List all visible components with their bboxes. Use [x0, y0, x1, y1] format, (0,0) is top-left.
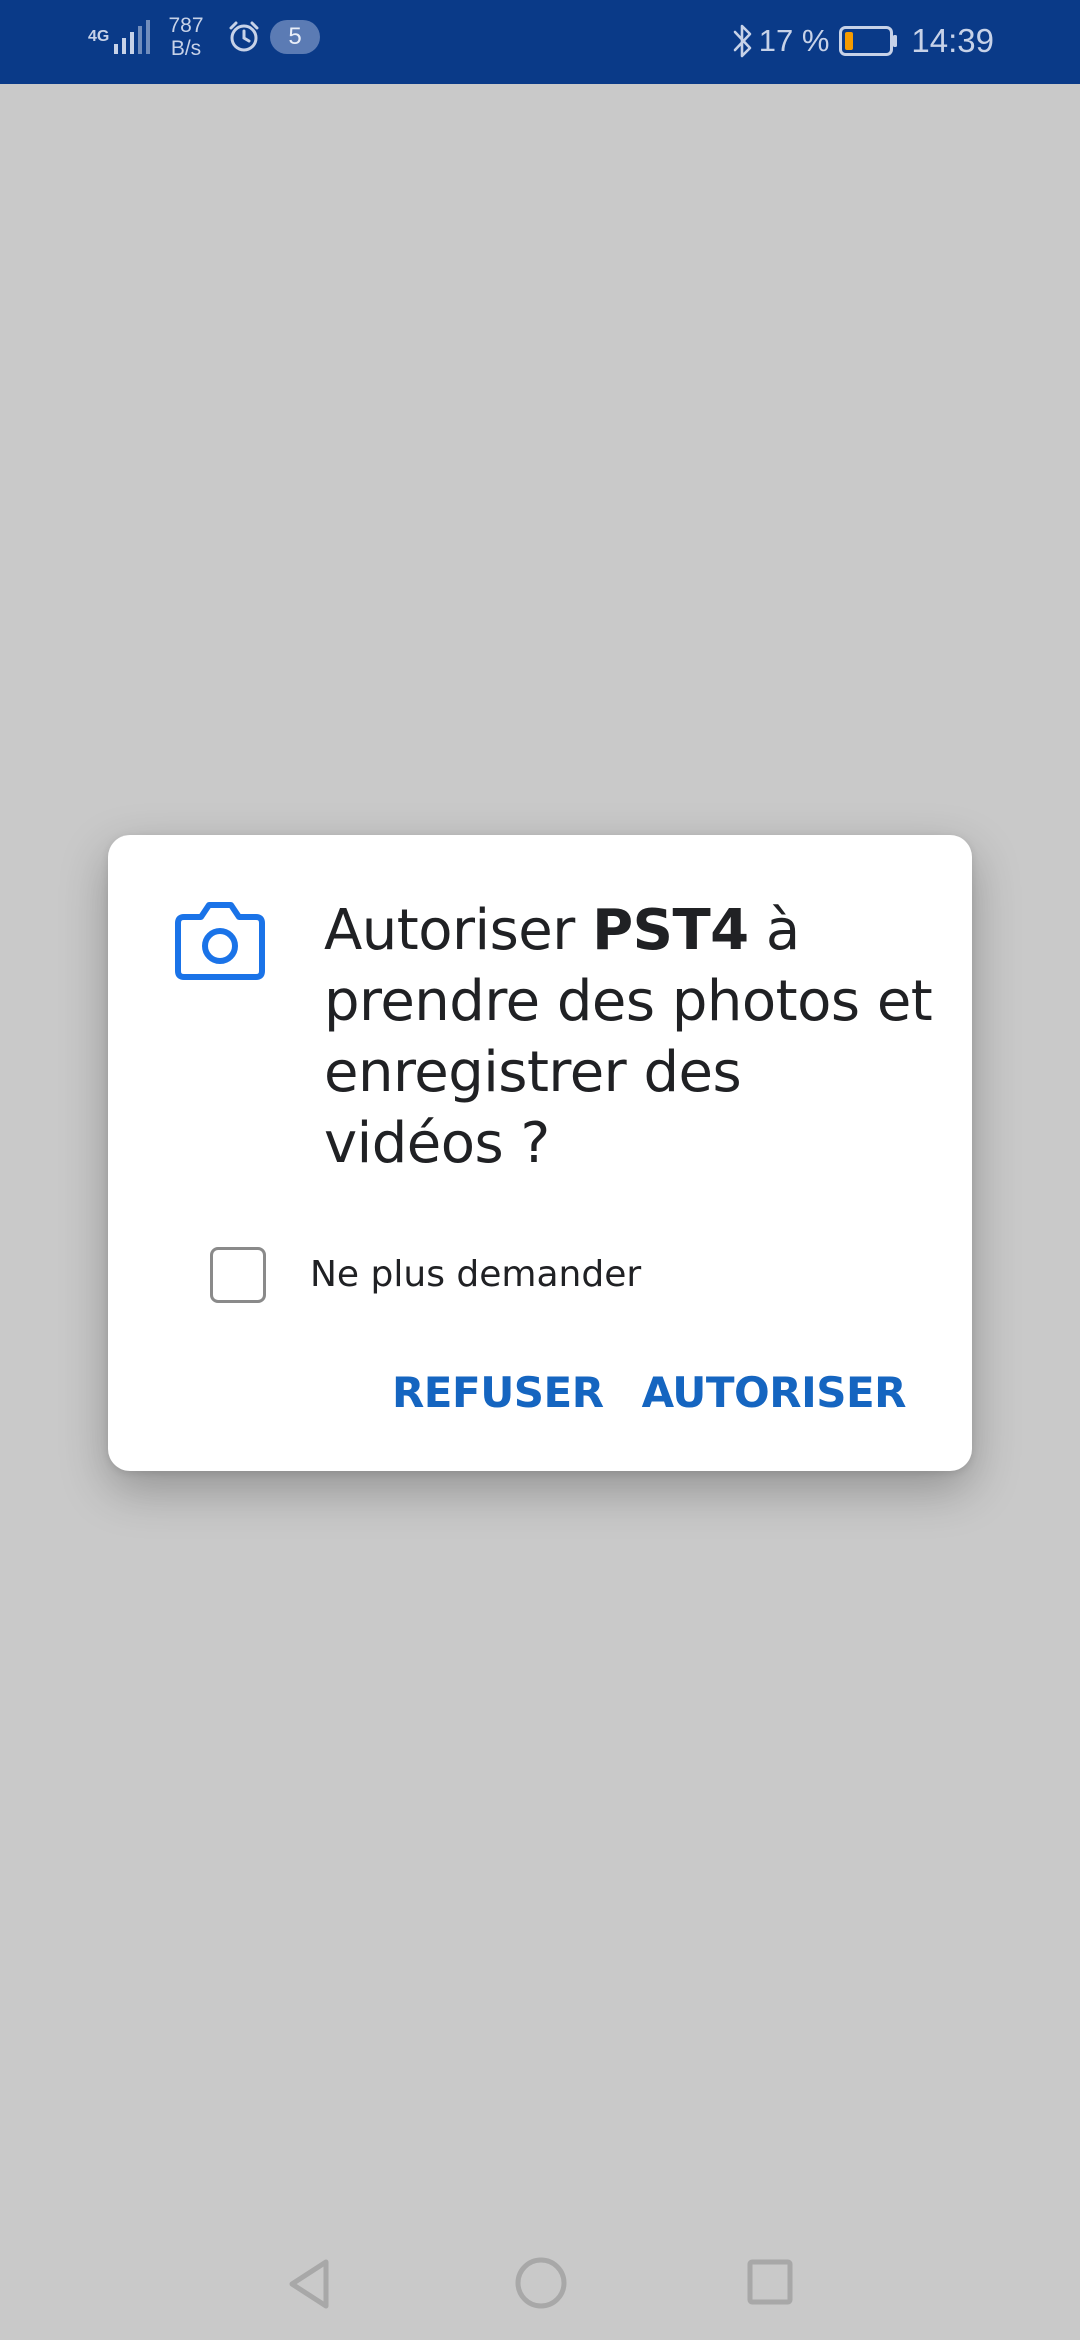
signal-icon	[114, 20, 150, 54]
camera-icon	[175, 902, 265, 980]
status-bar-left: 4G 787 B/s 5	[88, 14, 320, 60]
dialog-title: Autoriser PST4 à prendre des photos et e…	[324, 895, 936, 1179]
data-speed-value: 787	[168, 14, 204, 37]
dont-ask-again-label: Ne plus demander	[310, 1254, 642, 1295]
dont-ask-again-row[interactable]: Ne plus demander	[210, 1247, 641, 1303]
dont-ask-again-checkbox[interactable]	[210, 1247, 266, 1303]
recents-icon[interactable]	[746, 2258, 794, 2306]
dialog-actions: REFUSER AUTORISER	[392, 1365, 907, 1421]
deny-button[interactable]: REFUSER	[392, 1365, 604, 1421]
data-speed: 787 B/s	[164, 14, 208, 60]
status-bar-right: 17 % 14:39	[731, 16, 994, 66]
clock: 14:39	[911, 22, 994, 59]
status-bar: 4G 787 B/s 5 17 % 14:39	[0, 0, 1080, 84]
data-speed-unit: B/s	[170, 37, 202, 60]
permission-dialog: Autoriser PST4 à prendre des photos et e…	[108, 835, 972, 1471]
app-name: PST4	[592, 898, 749, 963]
allow-button[interactable]: AUTORISER	[642, 1365, 907, 1421]
alarm-icon	[229, 21, 259, 52]
back-icon[interactable]	[284, 2256, 334, 2312]
title-prefix: Autoriser	[324, 898, 593, 963]
network-type: 4G	[88, 28, 110, 45]
notification-count-badge: 5	[270, 20, 320, 54]
battery-icon	[839, 26, 898, 56]
battery-percent: 17 %	[758, 23, 830, 58]
navigation-bar	[0, 2220, 1080, 2340]
home-icon[interactable]	[514, 2256, 568, 2310]
bluetooth-icon	[733, 24, 752, 58]
